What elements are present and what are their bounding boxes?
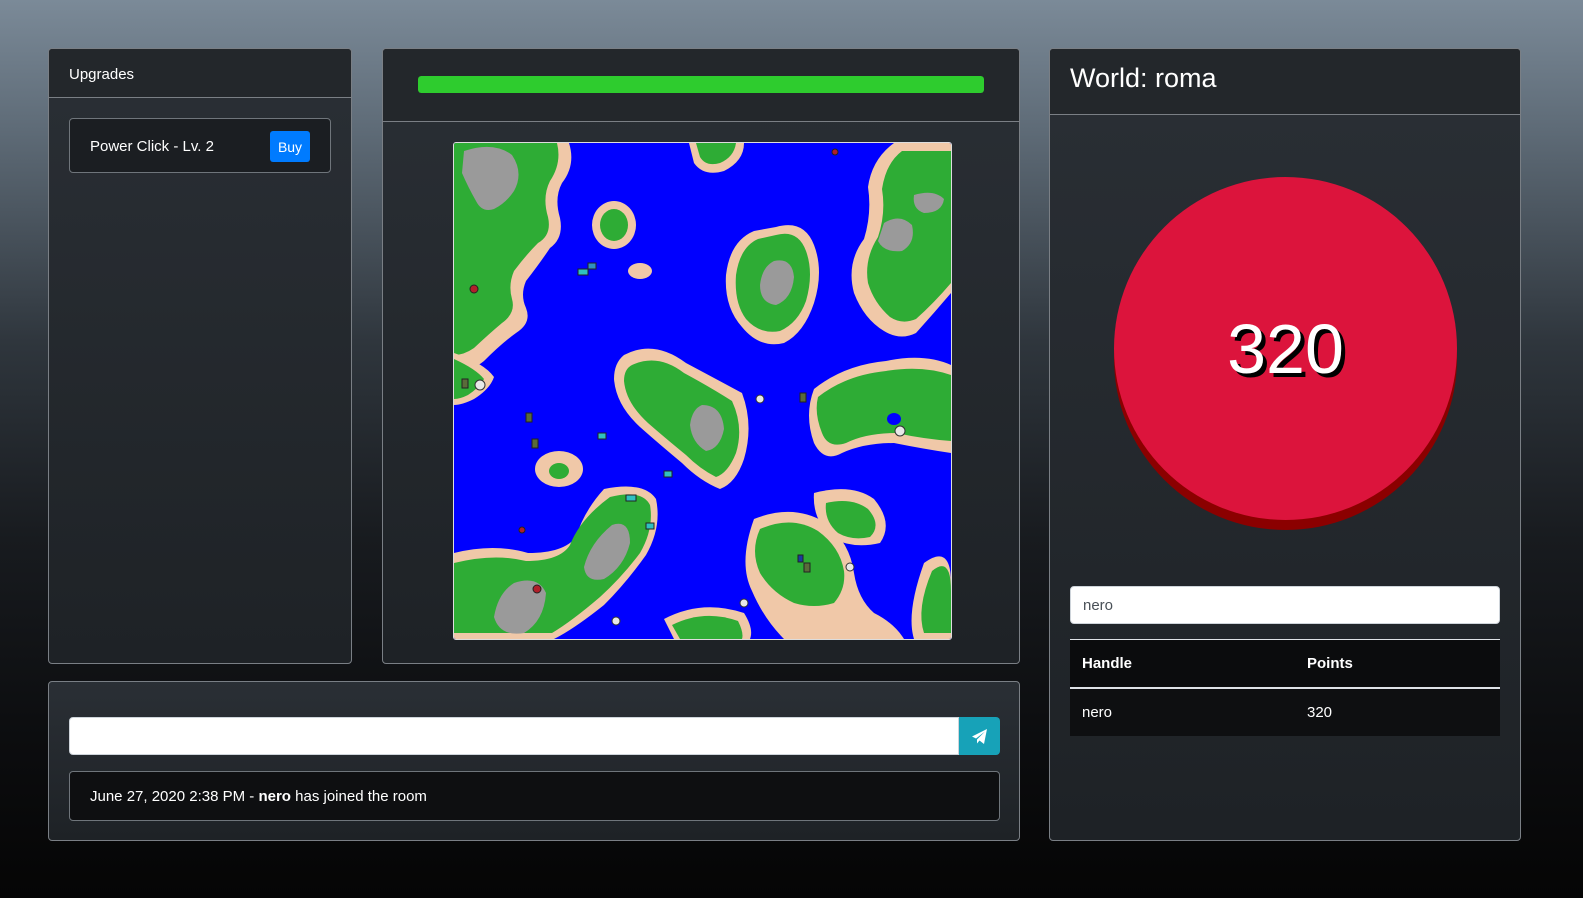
chat-message: June 27, 2020 2:38 PM - nero has joined … <box>90 788 427 805</box>
leaderboard-table: Handle Points nero 320 <box>1070 639 1500 736</box>
world-panel: World: roma 320 Handle Points nero 320 <box>1049 48 1521 841</box>
world-map[interactable] <box>453 142 952 640</box>
upgrade-item: Power Click - Lv. 2 Buy <box>69 118 331 173</box>
cell-handle: nero <box>1070 687 1295 736</box>
click-button[interactable]: 320 <box>1114 177 1457 530</box>
click-count: 320 <box>1227 309 1344 388</box>
map-header <box>383 49 1019 122</box>
send-button[interactable] <box>959 717 1000 755</box>
table-header-row: Handle Points <box>1070 639 1500 689</box>
map-panel <box>382 48 1020 664</box>
column-header-points: Points <box>1295 639 1500 689</box>
chat-message-timestamp: June 27, 2020 2:38 PM <box>90 788 246 805</box>
chat-log: June 27, 2020 2:38 PM - nero has joined … <box>69 771 1000 821</box>
chat-message-input[interactable] <box>69 717 959 755</box>
upgrades-panel: Upgrades Power Click - Lv. 2 Buy <box>48 48 352 664</box>
progress-bar-fill <box>418 76 984 93</box>
upgrades-header: Upgrades <box>49 49 351 98</box>
world-title: World: roma <box>1050 49 1520 115</box>
buy-button[interactable]: Buy <box>270 131 310 162</box>
chat-message-text: has joined the room <box>290 788 427 805</box>
handle-input[interactable] <box>1070 586 1500 624</box>
upgrade-label: Power Click - Lv. 2 <box>90 138 214 155</box>
paper-plane-icon <box>972 729 987 744</box>
chat-input-group <box>69 717 1000 755</box>
cell-points: 320 <box>1295 687 1500 736</box>
chat-panel: June 27, 2020 2:38 PM - nero has joined … <box>48 681 1020 841</box>
table-row: nero 320 <box>1070 687 1500 736</box>
progress-bar-track <box>418 76 984 93</box>
chat-message-separator: - <box>245 788 259 805</box>
column-header-handle: Handle <box>1070 639 1295 689</box>
chat-message-user: nero <box>258 788 291 805</box>
world-map-canvas[interactable] <box>454 143 951 639</box>
